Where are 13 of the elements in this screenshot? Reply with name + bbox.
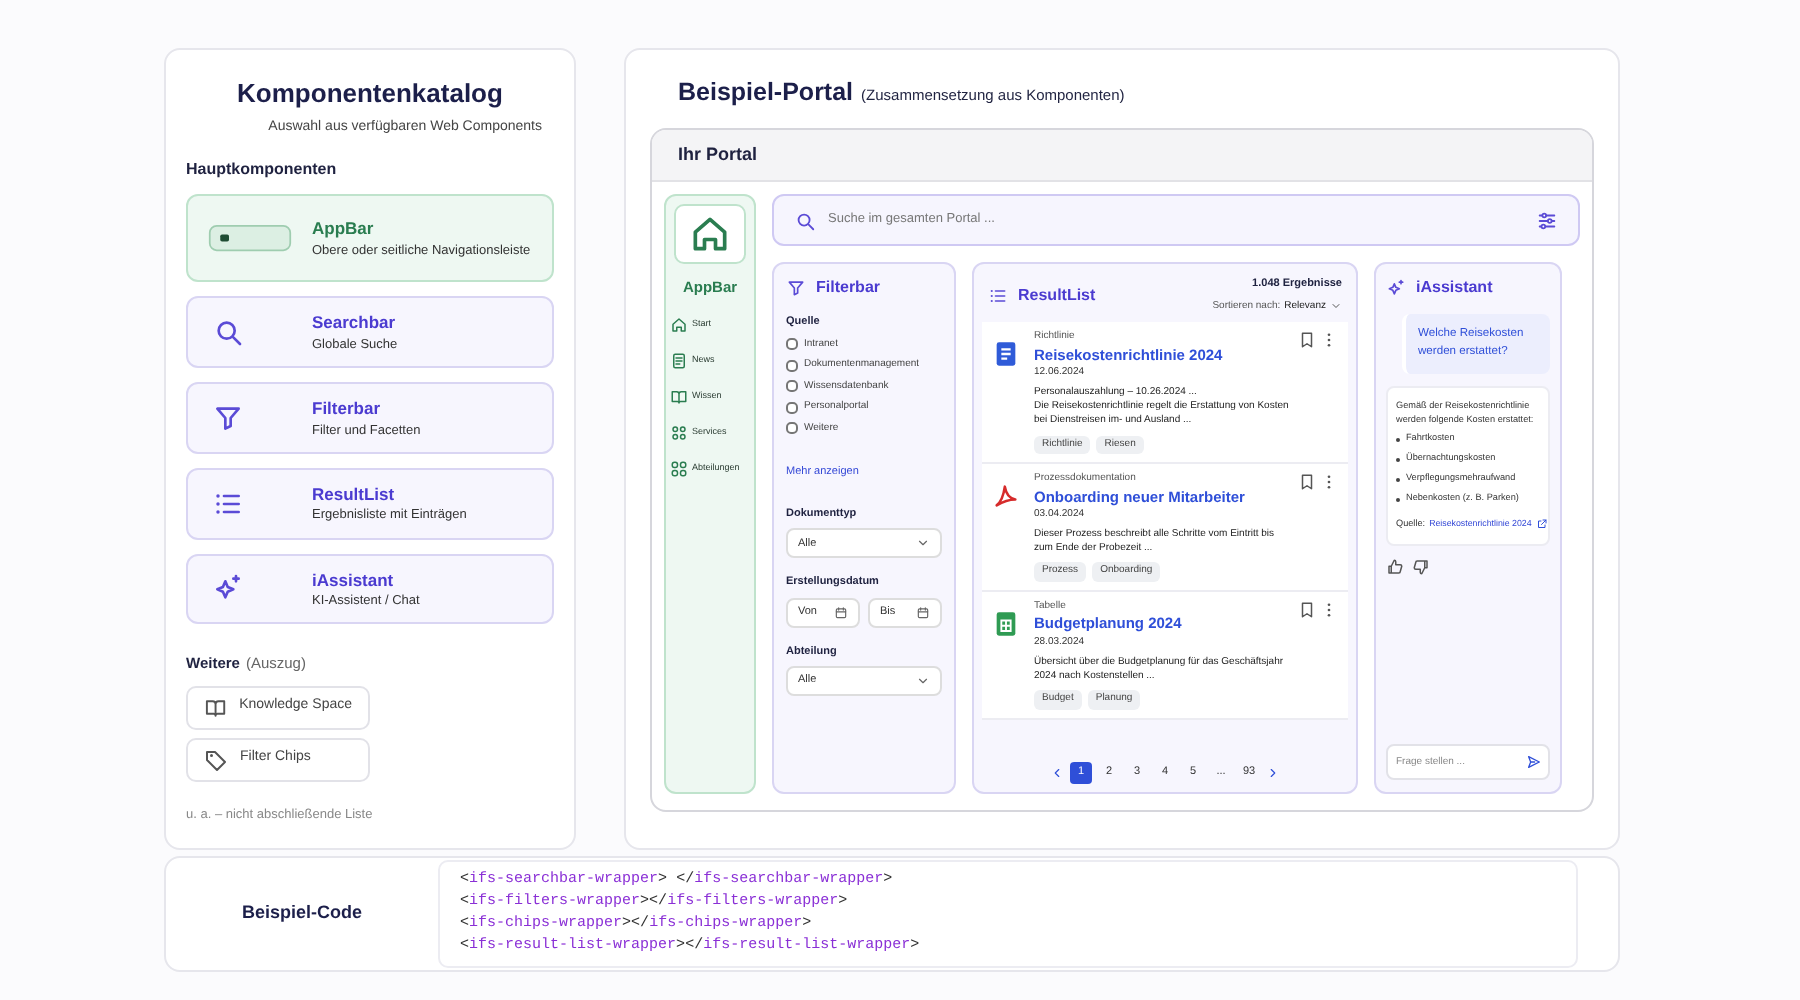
panel-title: ResultList (1018, 284, 1096, 309)
panel-title: iAssistant (1416, 276, 1493, 301)
window-title: Ihr Portal (652, 129, 1592, 183)
section-title: Hauptkomponenten (186, 158, 339, 182)
catalog-title: Komponentenkatalog (235, 76, 505, 112)
component-name: Searchbar (312, 310, 398, 336)
portal-title: Beispiel-Portal (678, 76, 854, 110)
component-name: AppBar (312, 216, 376, 242)
panel-title: Filterbar (816, 276, 881, 301)
code-title: Beispiel-Code (241, 900, 362, 927)
component-name: ResultList (312, 481, 397, 507)
component-name: Filterbar (312, 395, 383, 422)
component-name: iAssistant (312, 567, 396, 593)
